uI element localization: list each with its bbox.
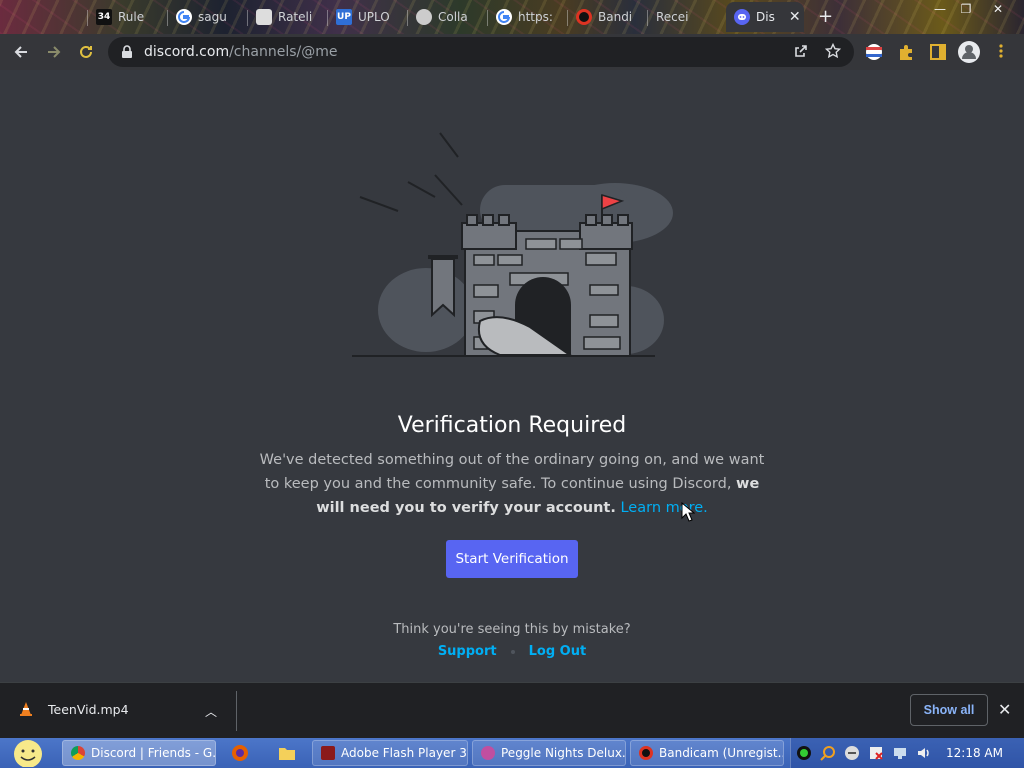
start-verification-button[interactable]: Start Verification xyxy=(446,540,578,578)
smiley-start-icon xyxy=(14,740,42,767)
task-peggle-nights[interactable]: Peggle Nights Delux... xyxy=(472,740,626,766)
url-text: discord.com/channels/@me xyxy=(144,44,337,60)
reload-icon xyxy=(80,45,92,58)
tab-upload[interactable]: UP UPLO xyxy=(328,2,408,32)
menu-kebab-icon[interactable] xyxy=(998,43,1004,63)
tab-recei[interactable]: Recei xyxy=(648,2,724,32)
folder-icon[interactable] xyxy=(278,744,296,762)
google-icon xyxy=(496,9,512,25)
google-icon xyxy=(176,9,192,25)
extension-flag-icon[interactable] xyxy=(865,43,883,65)
clock[interactable]: 12:18 AM xyxy=(946,746,1003,760)
forward-button[interactable] xyxy=(42,40,66,64)
chrome-icon xyxy=(71,746,85,760)
separator-dot xyxy=(510,649,515,654)
tab-colla[interactable]: Colla xyxy=(408,2,488,32)
tab-label: Recei xyxy=(656,10,689,24)
window-close-icon[interactable]: ✕ xyxy=(984,0,1012,18)
share-icon[interactable] xyxy=(793,43,809,63)
tab-label: Rateli xyxy=(278,10,313,24)
support-link[interactable]: Support xyxy=(438,644,497,659)
tab-rateli[interactable]: Rateli xyxy=(248,2,328,32)
tab-favicon-icon xyxy=(416,9,432,25)
flash-icon xyxy=(321,746,335,760)
discord-verification-page: Verification Required We've detected som… xyxy=(0,70,1024,682)
tray-app-icon[interactable] xyxy=(844,745,860,761)
bandicam-icon xyxy=(576,9,592,25)
url-path: /channels/@me xyxy=(229,44,338,60)
security-alert-icon[interactable] xyxy=(868,745,884,761)
vlc-cone-icon xyxy=(20,702,32,716)
back-button[interactable] xyxy=(9,40,33,64)
tab-label: Bandi xyxy=(598,10,633,24)
tab-bandicam[interactable]: Bandi xyxy=(568,2,648,32)
help-links: Support Log Out xyxy=(0,644,1024,659)
castle-illustration xyxy=(352,132,673,357)
side-panel-icon[interactable] xyxy=(929,43,947,65)
reload-button[interactable] xyxy=(74,40,98,64)
bandicam-icon xyxy=(639,746,653,760)
restore-icon[interactable]: ❐ xyxy=(952,0,980,18)
tab-https[interactable]: https: xyxy=(488,2,568,32)
browser-toolbar: discord.com/channels/@me xyxy=(0,34,1024,70)
address-bar[interactable]: discord.com/channels/@me xyxy=(108,37,854,67)
profile-avatar-icon[interactable] xyxy=(958,41,980,67)
tab-label: https: xyxy=(518,10,553,24)
tab-label: sagu xyxy=(198,10,227,24)
close-download-bar-icon[interactable]: ✕ xyxy=(998,700,1011,719)
upload-icon: UP xyxy=(336,9,352,25)
lock-icon xyxy=(122,45,132,58)
tab-0[interactable] xyxy=(0,2,88,32)
task-label: Adobe Flash Player 32 xyxy=(341,746,468,760)
arrow-right-icon xyxy=(48,46,61,58)
task-label: Discord | Friends - G... xyxy=(91,746,216,760)
tab-label: Rule xyxy=(118,10,145,24)
discord-icon xyxy=(734,9,750,25)
firefox-icon[interactable] xyxy=(231,744,249,762)
task-discord-chrome[interactable]: Discord | Friends - G... xyxy=(62,740,216,766)
bookmark-star-icon[interactable] xyxy=(824,42,842,63)
tab-rule[interactable]: 34 Rule xyxy=(88,2,168,32)
description-text: We've detected something out of the ordi… xyxy=(259,452,765,492)
task-bandicam[interactable]: Bandicam (Unregist... xyxy=(630,740,784,766)
windows-taskbar: Discord | Friends - G... Adobe Flash Pla… xyxy=(0,738,1024,768)
mouse-cursor-icon xyxy=(681,502,695,522)
tab-favicon-icon xyxy=(256,9,272,25)
browser-tab-strip: 34 Rule sagu Rateli UP UPLO Colla https:… xyxy=(0,0,1024,34)
chevron-up-icon[interactable]: ︿ xyxy=(205,703,217,720)
extensions-puzzle-icon[interactable] xyxy=(897,43,915,65)
url-host: discord.com xyxy=(144,44,230,60)
download-filename: TeenVid.mp4 xyxy=(48,701,129,717)
task-label: Bandicam (Unregist... xyxy=(659,746,784,760)
page-title: Verification Required xyxy=(397,413,627,438)
volume-icon[interactable] xyxy=(916,745,932,761)
record-status-icon[interactable] xyxy=(796,745,812,761)
tab-favicon-icon: 34 xyxy=(96,9,112,25)
new-tab-button[interactable]: + xyxy=(818,6,833,27)
network-icon[interactable] xyxy=(892,745,908,761)
magnifier-icon[interactable] xyxy=(820,745,836,761)
close-tab-icon[interactable]: ✕ xyxy=(789,9,801,25)
logout-link[interactable]: Log Out xyxy=(529,644,587,659)
tab-label: Colla xyxy=(438,10,468,24)
tab-label: Dis xyxy=(756,10,775,24)
tab-label: UPLO xyxy=(358,10,390,24)
mistake-text: Think you're seeing this by mistake? xyxy=(393,622,631,637)
peggle-icon xyxy=(481,746,495,760)
tab-discord-active[interactable]: Dis ✕ xyxy=(726,2,804,32)
tab-sagu[interactable]: sagu xyxy=(168,2,248,32)
arrow-left-icon xyxy=(14,46,27,58)
start-button[interactable] xyxy=(6,738,50,768)
task-flash-player[interactable]: Adobe Flash Player 32 xyxy=(312,740,468,766)
minimize-icon[interactable]: — xyxy=(926,0,954,18)
download-item[interactable]: TeenVid.mp4 xyxy=(18,701,129,717)
show-all-button[interactable]: Show all xyxy=(910,694,988,726)
task-label: Peggle Nights Delux... xyxy=(501,746,626,760)
download-bar: TeenVid.mp4 ︿ Show all ✕ xyxy=(0,682,1024,738)
